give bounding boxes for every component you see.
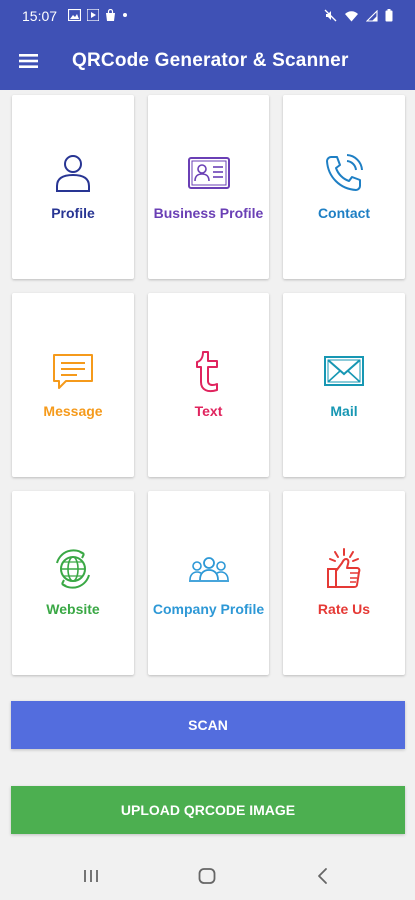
- card-contact[interactable]: Contact: [283, 95, 405, 279]
- card-message[interactable]: Message: [12, 293, 134, 477]
- home-icon[interactable]: [196, 865, 218, 887]
- recent-apps-icon[interactable]: [80, 865, 102, 887]
- signal-icon: [366, 9, 378, 22]
- text-t-icon: [195, 351, 218, 393]
- back-icon[interactable]: [312, 865, 334, 887]
- card-mail[interactable]: Mail: [283, 293, 405, 477]
- card-profile[interactable]: Profile: [12, 95, 134, 279]
- card-business-profile[interactable]: Business Profile: [148, 95, 269, 279]
- hamburger-menu-icon[interactable]: [16, 48, 42, 74]
- card-text-label: Text: [194, 403, 223, 419]
- status-bar: 15:07: [0, 0, 415, 32]
- person-icon: [56, 155, 90, 192]
- globe-icon: [56, 549, 90, 589]
- id-card-icon: [187, 157, 230, 189]
- mute-icon: [324, 9, 337, 22]
- card-website[interactable]: Website: [12, 491, 134, 675]
- chat-icon: [53, 354, 93, 389]
- card-rate-us[interactable]: Rate Us: [283, 491, 405, 675]
- card-text[interactable]: Text: [148, 293, 269, 477]
- group-icon: [188, 557, 229, 582]
- status-notification-icons: [68, 9, 128, 21]
- thumbs-up-icon: [327, 548, 361, 588]
- app-title: QRCode Generator & Scanner: [72, 50, 349, 71]
- image-notification-icon: [68, 9, 81, 21]
- wifi-icon: [345, 10, 358, 21]
- system-nav-bar: [0, 851, 415, 900]
- envelope-icon: [324, 356, 364, 386]
- app-bar: QRCode Generator & Scanner: [0, 32, 415, 90]
- card-contact-label: Contact: [317, 205, 371, 221]
- scan-button[interactable]: SCAN: [11, 701, 405, 749]
- card-message-label: Message: [43, 403, 103, 419]
- dot-notification-icon: [123, 13, 127, 17]
- card-website-label: Website: [46, 601, 100, 617]
- status-time: 15:07: [22, 8, 58, 24]
- card-profile-label: Profile: [51, 205, 95, 221]
- generator-grid: Profile Business Profile Contact Message…: [12, 95, 405, 675]
- card-rate-us-label: Rate Us: [317, 601, 371, 617]
- card-business-profile-label: Business Profile: [153, 205, 264, 221]
- battery-icon: [385, 9, 393, 22]
- upload-qrcode-image-button[interactable]: UPLOAD QRCODE IMAGE: [11, 786, 405, 834]
- shopping-bag-notification-icon: [106, 9, 115, 21]
- card-company-profile-label: Company Profile: [152, 601, 265, 617]
- card-mail-label: Mail: [330, 403, 358, 419]
- play-store-notification-icon: [87, 9, 99, 21]
- status-system-icons: [324, 9, 393, 22]
- card-company-profile[interactable]: Company Profile: [148, 491, 269, 675]
- phone-icon: [326, 154, 363, 191]
